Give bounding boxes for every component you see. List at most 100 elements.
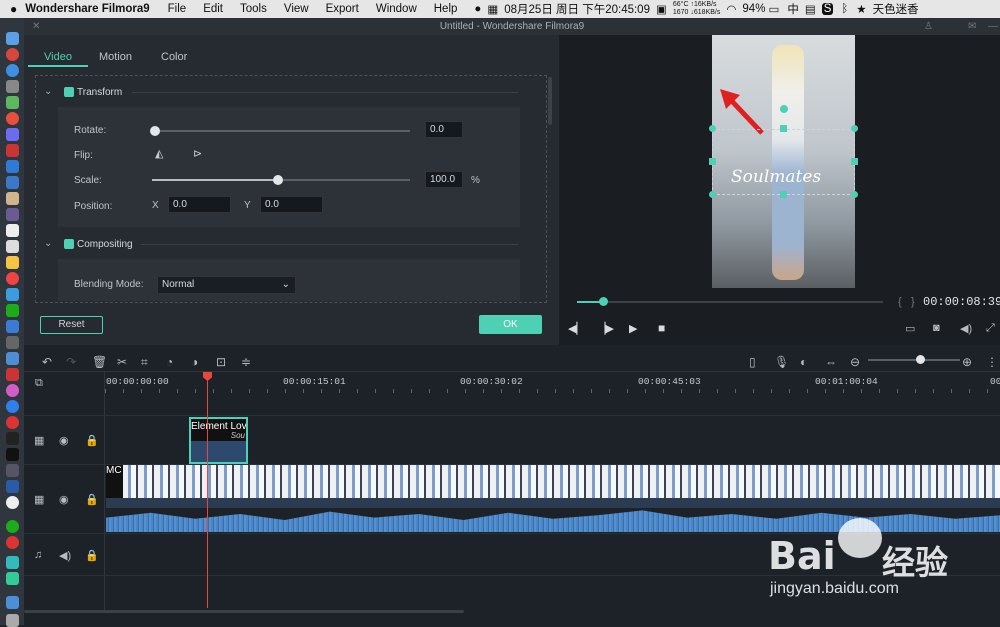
- zoom-out-icon[interactable]: ⊖: [850, 355, 860, 369]
- rotate-input[interactable]: 0.0: [425, 121, 463, 138]
- android-icon[interactable]: [6, 96, 19, 109]
- chrome-icon[interactable]: [6, 112, 19, 125]
- yandex-icon[interactable]: [6, 496, 19, 509]
- app-icon[interactable]: [6, 320, 19, 333]
- app-icon[interactable]: [6, 572, 19, 585]
- wifi-icon[interactable]: ◠: [726, 2, 736, 16]
- speaker-icon[interactable]: ◀): [59, 549, 71, 562]
- resize-handle[interactable]: [709, 158, 716, 165]
- horizontal-scrollbar[interactable]: [24, 610, 464, 613]
- app-icon[interactable]: [6, 536, 19, 549]
- fit-timeline-icon[interactable]: ⇔: [825, 355, 837, 369]
- flag-icon[interactable]: ▤: [805, 2, 816, 16]
- rotate-handle[interactable]: [780, 105, 788, 113]
- fullscreen-icon[interactable]: ⤢: [986, 322, 995, 335]
- minimize-icon[interactable]: —: [988, 18, 998, 35]
- bluetooth-icon[interactable]: ᛒ: [841, 3, 848, 15]
- rotate-slider-handle[interactable]: [150, 126, 160, 136]
- app-icon[interactable]: [6, 128, 19, 141]
- menu-help[interactable]: Help: [434, 3, 458, 15]
- transform-checkbox[interactable]: [64, 87, 74, 97]
- green-screen-icon[interactable]: ⊡: [216, 355, 226, 369]
- wechat-icon[interactable]: [6, 304, 19, 317]
- app-icon[interactable]: [6, 160, 19, 173]
- app-icon[interactable]: [6, 144, 19, 157]
- finder-icon[interactable]: [6, 32, 19, 45]
- play-icon[interactable]: ▶: [629, 322, 637, 335]
- tab-motion[interactable]: Motion: [99, 51, 132, 63]
- add-track-icon[interactable]: ⧉: [35, 377, 43, 390]
- grid-icon[interactable]: ▦: [487, 2, 498, 16]
- app-icon[interactable]: [6, 256, 19, 269]
- photos-icon[interactable]: [6, 272, 19, 285]
- speed-icon[interactable]: ◔: [166, 355, 173, 369]
- lock-icon[interactable]: 🔒: [85, 434, 99, 447]
- app-icon[interactable]: [6, 336, 19, 349]
- compositing-checkbox[interactable]: [64, 239, 74, 249]
- vivaldi-icon[interactable]: [6, 416, 19, 429]
- previous-frame-icon[interactable]: ◀▏: [568, 322, 585, 335]
- resize-handle[interactable]: [709, 125, 716, 132]
- playhead-line[interactable]: [207, 380, 208, 608]
- delete-icon[interactable]: 🗑: [92, 355, 107, 369]
- more-icon[interactable]: ⋮: [986, 355, 998, 369]
- menu-tools[interactable]: Tools: [240, 3, 267, 15]
- blend-mode-select[interactable]: Normal ⌄: [157, 276, 296, 294]
- sogou-icon[interactable]: S: [821, 3, 834, 15]
- crop-icon[interactable]: ⌗: [141, 355, 148, 370]
- playback-progress[interactable]: [577, 301, 883, 303]
- resize-handle[interactable]: [851, 125, 858, 132]
- app-icon[interactable]: [6, 208, 19, 221]
- voiceover-icon[interactable]: ◐: [800, 355, 807, 369]
- app-menu[interactable]: Wondershare Filmora9: [25, 3, 149, 15]
- scrollbar[interactable]: [548, 77, 552, 125]
- position-x-input[interactable]: 0.0: [168, 196, 231, 213]
- resize-handle[interactable]: [780, 125, 787, 132]
- title-clip[interactable]: Element Lov Sou: [189, 417, 248, 464]
- menu-export[interactable]: Export: [326, 3, 359, 15]
- resize-handle[interactable]: [851, 158, 858, 165]
- cut-icon[interactable]: ✂: [117, 355, 127, 369]
- app-icon[interactable]: [6, 368, 19, 381]
- music-icon[interactable]: [6, 384, 19, 397]
- user-icon[interactable]: ♙: [924, 18, 933, 35]
- chevron-down-icon[interactable]: ⌄: [44, 238, 52, 249]
- reset-button[interactable]: Reset: [40, 316, 103, 334]
- mail-icon[interactable]: ✉: [968, 18, 976, 35]
- datetime[interactable]: 08月25日 周日 下午20:45:09: [504, 1, 650, 17]
- app-icon[interactable]: [6, 176, 19, 189]
- tab-color[interactable]: Color: [161, 51, 187, 63]
- eye-icon[interactable]: ◉: [59, 493, 69, 506]
- notes-icon[interactable]: [6, 192, 19, 205]
- resize-handle[interactable]: [780, 191, 787, 198]
- playback-handle[interactable]: [599, 297, 608, 306]
- next-frame-icon[interactable]: ▕▶: [597, 322, 614, 335]
- ime-name[interactable]: 天色迷香: [873, 1, 919, 17]
- zoom-slider[interactable]: [868, 359, 960, 361]
- menu-window[interactable]: Window: [376, 3, 417, 15]
- launchpad-icon[interactable]: [6, 48, 19, 61]
- redo-icon[interactable]: ↷: [66, 355, 76, 369]
- star-icon[interactable]: ★: [856, 2, 866, 16]
- menu-view[interactable]: View: [284, 3, 309, 15]
- scale-slider-handle[interactable]: [273, 175, 283, 185]
- trash-icon[interactable]: [6, 614, 19, 627]
- undo-icon[interactable]: ↶: [42, 355, 52, 369]
- folder-icon[interactable]: [6, 596, 19, 609]
- microphone-icon[interactable]: 🎙: [774, 355, 789, 369]
- ok-button[interactable]: OK: [479, 315, 542, 334]
- flip-horizontal-icon[interactable]: ◭: [155, 147, 163, 160]
- tab-video[interactable]: Video: [44, 51, 72, 63]
- snapshot-icon[interactable]: ◙: [933, 322, 940, 334]
- lock-icon[interactable]: 🔒: [85, 493, 99, 506]
- app-icon[interactable]: [6, 240, 19, 253]
- zoom-in-icon[interactable]: ⊕: [962, 355, 972, 369]
- scale-input[interactable]: 100.0: [425, 171, 463, 188]
- eye-icon[interactable]: ◉: [59, 434, 69, 447]
- app-icon[interactable]: [6, 352, 19, 365]
- lock-icon[interactable]: 🔒: [85, 549, 99, 562]
- safari-icon[interactable]: [6, 64, 19, 77]
- chat-icon[interactable]: ●: [474, 3, 481, 15]
- battery-icon[interactable]: ▭: [768, 2, 779, 16]
- mark-in-icon[interactable]: {: [898, 296, 902, 308]
